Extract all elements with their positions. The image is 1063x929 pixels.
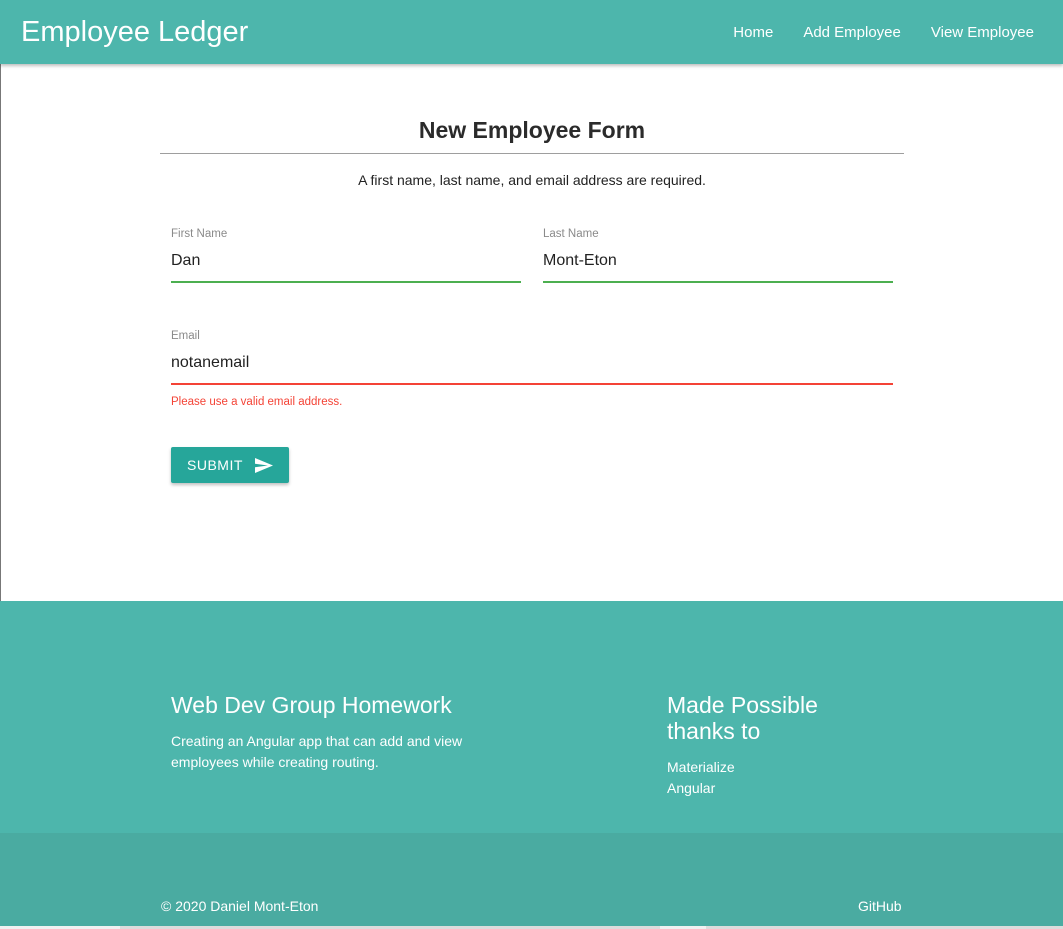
submit-button[interactable]: SUBMIT: [171, 447, 289, 483]
send-icon: [254, 457, 273, 473]
first-name-input[interactable]: [171, 250, 521, 272]
navbar: Employee Ledger Home Add Employee View E…: [0, 0, 1063, 64]
first-name-label: First Name: [171, 228, 228, 240]
page-footer: Web Dev Group Homework Creating an Angul…: [0, 601, 1063, 833]
nav-view-employee-link[interactable]: View Employee: [916, 24, 1049, 41]
form-title: New Employee Form: [418, 117, 646, 143]
footer-link-materialize[interactable]: Materialize: [667, 757, 735, 778]
page-left-border: [0, 64, 1, 601]
footer-link-angular[interactable]: Angular: [667, 778, 735, 799]
nav-links: Home Add Employee View Employee: [718, 0, 1049, 64]
brand-logo[interactable]: Employee Ledger: [21, 14, 248, 50]
form-divider: [160, 153, 904, 154]
email-input[interactable]: [171, 352, 893, 374]
footer-right-heading-line-1: Made Possible: [667, 692, 818, 718]
footer-right-heading-line-2: thanks to: [667, 718, 761, 744]
last-name-label: Last Name: [543, 228, 599, 240]
copyright-text: © 2020 Daniel Mont-Eton: [161, 898, 319, 914]
first-name-field: First Name: [171, 228, 521, 283]
submit-button-label: SUBMIT: [187, 457, 243, 473]
footer-credits-list: Materialize Angular: [667, 757, 735, 799]
footer-right-heading: Made Possible thanks to: [667, 692, 818, 744]
footer-left-heading: Web Dev Group Homework: [171, 692, 452, 718]
email-field: Email Please use a valid email address.: [171, 330, 893, 408]
nav-add-employee-link[interactable]: Add Employee: [788, 24, 916, 41]
github-link[interactable]: GitHub: [858, 898, 902, 914]
email-error-message: Please use a valid email address.: [171, 396, 343, 408]
form-requirements-note: A first name, last name, and email addre…: [358, 172, 706, 188]
email-label: Email: [171, 330, 200, 342]
last-name-field: Last Name: [543, 228, 893, 283]
footer-copyright-bar: © 2020 Daniel Mont-Eton GitHub: [0, 833, 1063, 929]
footer-description-line-1: Creating an Angular app that can add and…: [171, 733, 463, 749]
email-underline: [171, 383, 893, 385]
first-name-underline: [171, 281, 521, 283]
nav-home-link[interactable]: Home: [718, 24, 788, 41]
footer-description: Creating an Angular app that can add and…: [171, 731, 462, 773]
last-name-underline: [543, 281, 893, 283]
last-name-input[interactable]: [543, 250, 893, 272]
footer-description-line-2: employees while creating routing.: [171, 754, 379, 770]
